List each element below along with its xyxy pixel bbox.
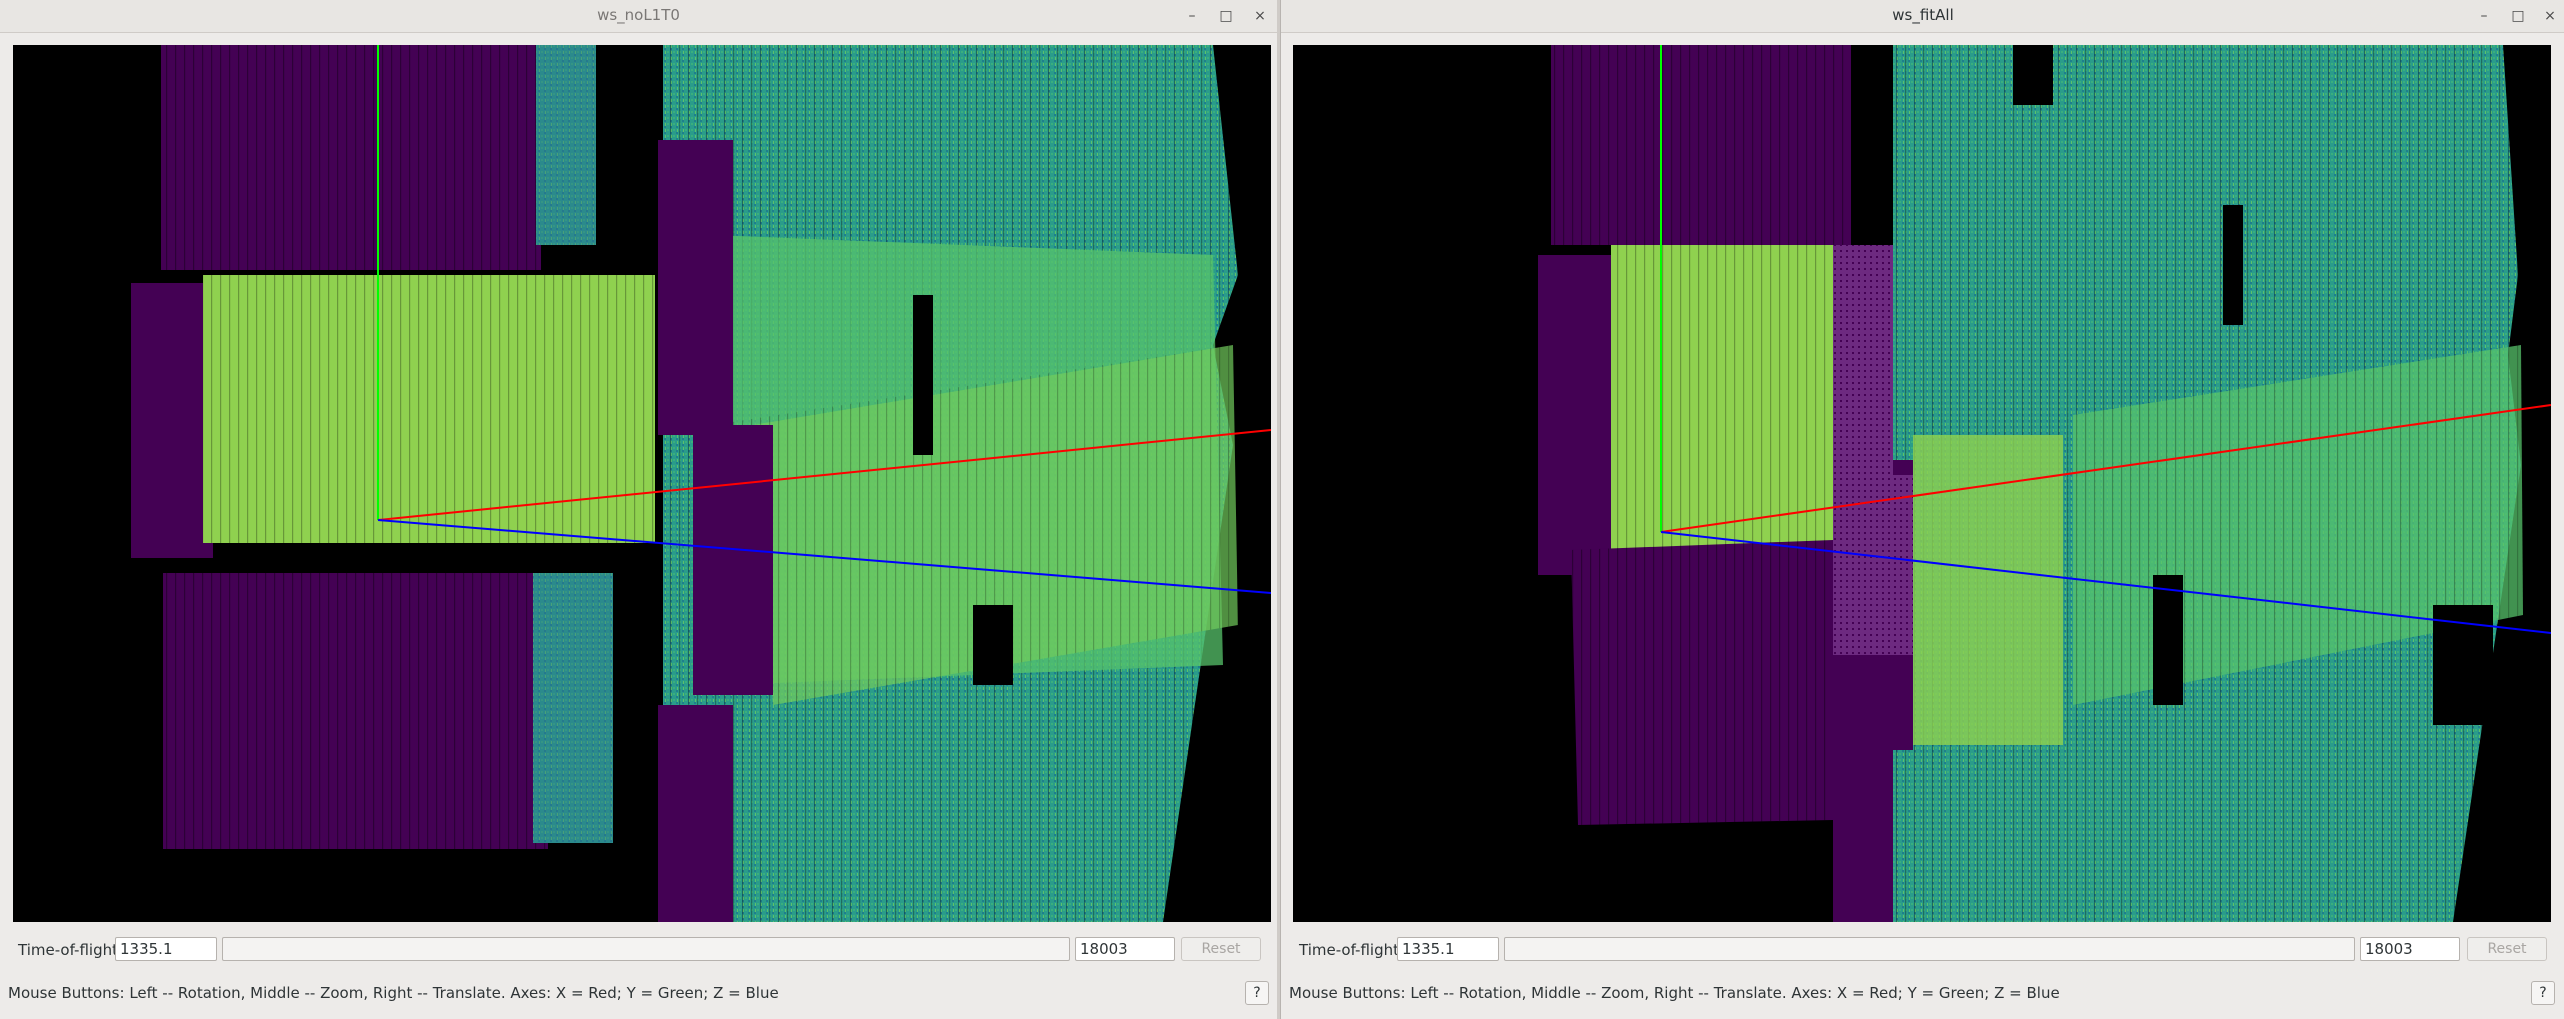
window-title: ws_fitAll [1892, 6, 1954, 24]
tof-label: Time-of-flight [18, 941, 118, 959]
time-of-flight-bar: Time-of-flight Reset [1281, 936, 2564, 964]
mouse-help-text: Mouse Buttons: Left -- Rotation, Middle … [1289, 984, 2060, 1002]
tof-range-slider[interactable] [1504, 937, 2355, 961]
tof-min-input[interactable] [115, 937, 217, 961]
detector-bank [658, 705, 733, 922]
reset-button[interactable]: Reset [2467, 937, 2547, 961]
detector-render [1538, 45, 2551, 922]
close-icon[interactable]: × [1248, 4, 1272, 28]
detector-bank [1913, 435, 2063, 745]
status-bar: Mouse Buttons: Left -- Rotation, Middle … [0, 980, 1277, 1008]
tof-label: Time-of-flight [1299, 941, 1399, 959]
detector-render [131, 45, 1271, 922]
instrument-window-left: ws_noL1T0 – □ × Time-of-flight 1335.1 18… [0, 0, 1278, 1019]
time-of-flight-bar: Time-of-flight Reset [0, 936, 1277, 964]
minimize-icon[interactable]: – [2472, 4, 2496, 28]
detector-bank [131, 283, 213, 558]
tof-max-input[interactable] [2360, 937, 2460, 961]
title-bar[interactable]: ws_noL1T0 – □ × [0, 0, 1277, 33]
reset-button[interactable]: Reset [1181, 937, 1261, 961]
help-button[interactable]: ? [1245, 981, 1269, 1005]
tof-max-input[interactable] [1075, 937, 1175, 961]
tof-min-input[interactable] [1397, 937, 1499, 961]
tof-range-slider[interactable] [222, 937, 1070, 961]
help-button[interactable]: ? [2531, 981, 2555, 1005]
maximize-icon[interactable]: □ [1214, 4, 1238, 28]
status-bar: Mouse Buttons: Left -- Rotation, Middle … [1281, 980, 2564, 1008]
instrument-3d-view[interactable] [13, 45, 1271, 922]
minimize-icon[interactable]: – [1180, 4, 1204, 28]
title-bar[interactable]: ws_fitAll – □ × [1281, 0, 2564, 33]
instrument-window-right: ws_fitAll – □ × Time-of-flight 1335.1 18… [1280, 0, 2564, 1019]
instrument-3d-view[interactable] [1293, 45, 2551, 922]
maximize-icon[interactable]: □ [2506, 4, 2530, 28]
detector-bank [658, 140, 733, 435]
detector-bank [693, 425, 773, 695]
detector-bank [1538, 255, 1618, 575]
close-icon[interactable]: × [2538, 4, 2562, 28]
window-title: ws_noL1T0 [597, 6, 680, 24]
mouse-help-text: Mouse Buttons: Left -- Rotation, Middle … [8, 984, 779, 1002]
